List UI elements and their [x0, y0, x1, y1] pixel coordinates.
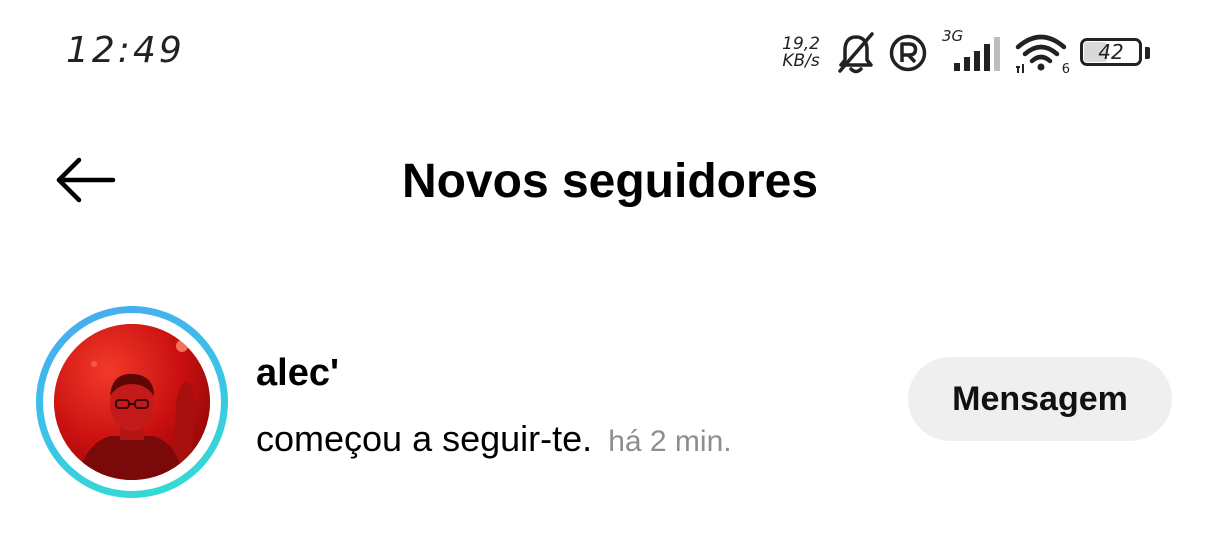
wifi-icon: 6 [1014, 31, 1070, 77]
message-button[interactable]: Mensagem [908, 357, 1172, 441]
username[interactable]: alec' [256, 352, 339, 395]
battery-percent: 42 [1098, 40, 1124, 64]
header: Novos seguidores [0, 132, 1220, 232]
story-ring[interactable] [36, 306, 228, 498]
notification-row[interactable]: alec' começou a seguir-te. há 2 min. Men… [0, 300, 1220, 500]
screen: 12:49 19,2 KB/s 3G 6 42 Novos seguidores… [0, 0, 1220, 533]
timestamp: há 2 min. [608, 425, 732, 458]
status-time: 12:49 [66, 30, 185, 71]
registered-r-icon [888, 33, 928, 73]
battery-tip [1145, 47, 1150, 59]
signal-bars-icon: 3G [940, 27, 1002, 75]
bell-muted-icon [836, 31, 876, 75]
status-bar: 12:49 19,2 KB/s 3G 6 42 [0, 0, 1220, 100]
network-speed: 19,2 KB/s [782, 36, 820, 70]
page-title: Novos seguidores [401, 155, 819, 208]
network-speed-unit: KB/s [782, 51, 820, 71]
activity-text-line: começou a seguir-te. há 2 min. [256, 418, 732, 460]
avatar[interactable] [54, 324, 210, 480]
wifi-label: 6 [1061, 62, 1070, 77]
activity-text: começou a seguir-te. [256, 418, 593, 459]
avatar-photo [54, 324, 210, 480]
battery-icon: 42 [1080, 36, 1152, 70]
status-icons: 19,2 KB/s 3G 6 42 [782, 27, 1152, 78]
